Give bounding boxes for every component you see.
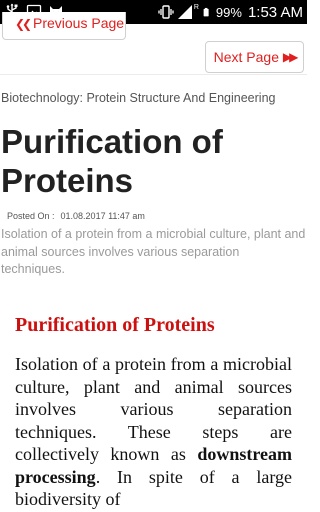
previous-page-button[interactable]: ❮❮ Previous Page	[2, 12, 126, 40]
network-type-label: R	[193, 3, 199, 11]
posted-on-label: Posted On :	[7, 211, 55, 221]
clock-suffix: AM	[280, 3, 304, 21]
article-summary: Isolation of a protein from a microbial …	[1, 227, 306, 276]
vibrate-icon	[158, 5, 174, 19]
double-chevron-left-icon: ❮❮	[15, 17, 32, 31]
double-play-right-icon: ▶▶	[282, 50, 299, 64]
breadcrumb[interactable]: Biotechnology: Protein Structure And Eng…	[1, 91, 275, 105]
battery-percent: 99%	[215, 4, 242, 20]
page-title: Purification of Proteins	[1, 123, 223, 199]
posted-on: Posted On : 01.08.2017 11:47 am	[7, 211, 145, 221]
article-heading: Purification of Proteins	[15, 314, 215, 336]
clock-time: 1:53	[247, 3, 278, 21]
signal-icon	[177, 5, 192, 19]
status-bar-system: R 99% 1:53 AM	[158, 2, 303, 22]
article-body: Isolation of a protein from a microbial …	[15, 353, 292, 511]
battery-icon	[203, 7, 209, 17]
posted-on-date: 01.08.2017 11:47 am	[60, 211, 145, 221]
next-page-label: Next Page	[213, 49, 279, 65]
next-page-button[interactable]: Next Page ▶▶	[205, 41, 304, 73]
header-divider	[0, 74, 307, 75]
clock: 1:53 AM	[248, 4, 303, 21]
previous-page-label: Previous Page	[33, 15, 125, 31]
